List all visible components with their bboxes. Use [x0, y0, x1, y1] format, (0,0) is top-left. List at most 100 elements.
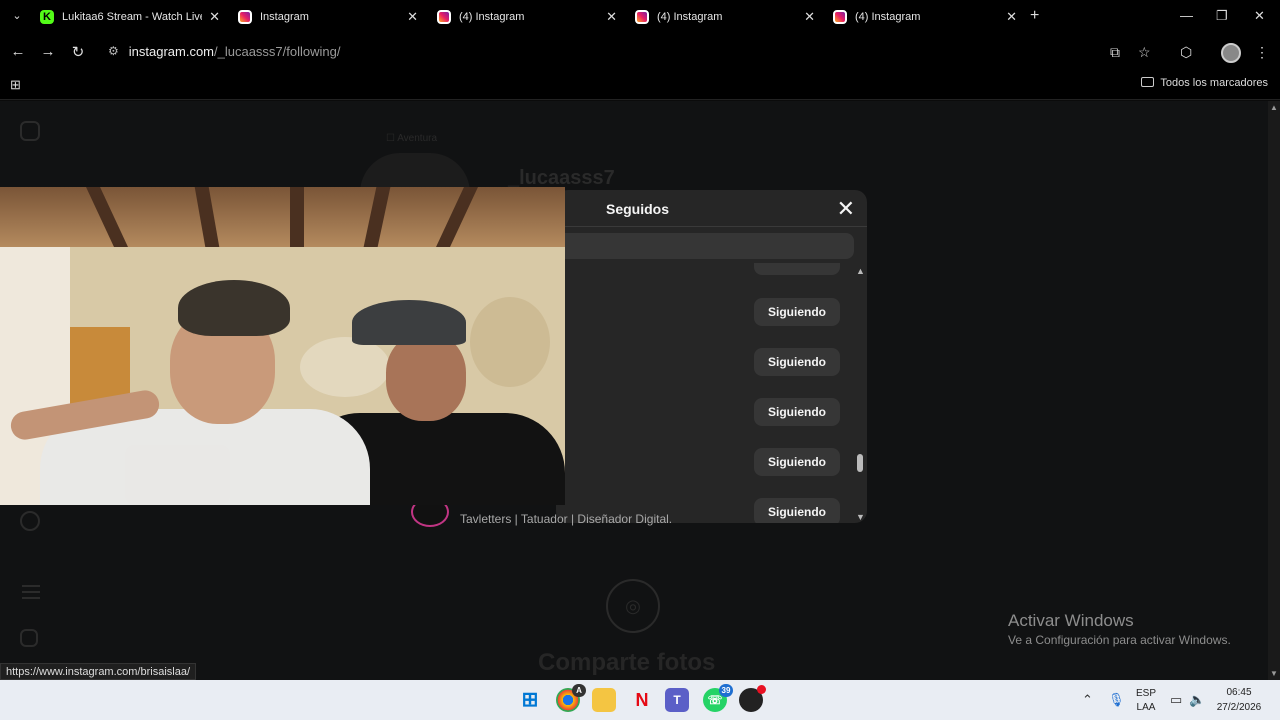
- scroll-up-icon[interactable]: ▲: [856, 266, 865, 276]
- tab-title: Instagram: [260, 11, 309, 23]
- link-status-bar: https://www.instagram.com/brisaislaa/: [0, 663, 197, 680]
- webcam-video-overlay[interactable]: [0, 187, 565, 505]
- scroll-up-icon[interactable]: ▲: [1270, 103, 1278, 112]
- network-icon[interactable]: ▭: [1170, 692, 1182, 708]
- instagram-logo-icon[interactable]: [20, 121, 40, 141]
- dialog-title: Seguidos: [606, 201, 670, 217]
- url-host: instagram.com: [128, 44, 215, 59]
- dialog-scrollbar[interactable]: ▲ ▼: [855, 266, 865, 522]
- chrome-icon[interactable]: A: [556, 684, 586, 712]
- video-wall: [470, 297, 550, 387]
- clock[interactable]: 06:45 27/2/2026: [1214, 687, 1264, 713]
- tab-2[interactable]: (4) Instagram ✕: [427, 4, 623, 30]
- extensions-icon[interactable]: ⬡: [1180, 44, 1192, 61]
- keyboard-layout: LAA: [1136, 702, 1156, 713]
- profile-note: ☐ Aventura: [386, 133, 438, 144]
- profile-avatar[interactable]: [1221, 43, 1241, 63]
- whatsapp-badge: 39: [719, 684, 733, 697]
- whatsapp-icon[interactable]: ☏ 39: [703, 684, 733, 712]
- following-button[interactable]: Siguiendo: [754, 498, 840, 523]
- close-icon[interactable]: ✕: [606, 9, 617, 25]
- bookmarks-folder-label: Todos los marcadores: [1160, 77, 1268, 89]
- scroll-thumb[interactable]: [857, 454, 863, 472]
- tab-search-icon[interactable]: ⌄: [8, 9, 26, 25]
- camera-icon: ◎: [606, 579, 660, 633]
- video-wall: [300, 337, 390, 397]
- netflix-icon[interactable]: N: [630, 688, 654, 712]
- bookmark-star-icon[interactable]: ☆: [1138, 44, 1151, 61]
- address-bar[interactable]: ⚙ instagram.com /_lucaasss7/following/: [108, 44, 340, 59]
- following-dialog: Seguidos ✕ Siguiendo Siguiendo Siguiendo…: [556, 190, 867, 523]
- instagram-icon: [635, 10, 649, 24]
- close-icon[interactable]: ✕: [209, 9, 220, 25]
- reload-icon[interactable]: ↻: [69, 43, 87, 61]
- list-item-subtitle: Tavletters | Tatuador | Diseñador Digita…: [460, 512, 673, 526]
- windows-activation-subtitle: Ve a Configuración para activar Windows.: [1008, 633, 1231, 647]
- window-close-icon[interactable]: ✕: [1254, 8, 1265, 24]
- clock-date: 27/2/2026: [1216, 702, 1262, 713]
- following-button[interactable]: Siguiendo: [754, 298, 840, 326]
- all-bookmarks-folder[interactable]: Todos los marcadores: [1141, 77, 1268, 89]
- video-ceiling: [0, 187, 565, 247]
- tab-title: Lukitaa6 Stream - Watch Live on: [62, 11, 202, 23]
- tab-title: (4) Instagram: [855, 11, 921, 23]
- kick-icon: K: [40, 10, 54, 24]
- dialog-header: Seguidos ✕: [556, 190, 867, 227]
- scroll-down-icon[interactable]: ▼: [1270, 669, 1278, 678]
- clock-time: 06:45: [1226, 687, 1252, 698]
- instagram-icon: [437, 10, 451, 24]
- microphone-icon[interactable]: 🎙: [1108, 692, 1125, 708]
- tab-1[interactable]: Instagram ✕: [228, 4, 424, 30]
- language-indicator[interactable]: ESP LAA: [1136, 688, 1156, 713]
- page-scrollbar[interactable]: ▲ ▼: [1268, 101, 1280, 680]
- scroll-down-icon[interactable]: ▼: [856, 512, 865, 522]
- threads-icon[interactable]: [20, 511, 40, 531]
- install-app-icon[interactable]: ⧉: [1110, 44, 1120, 61]
- app-icon[interactable]: [739, 685, 766, 712]
- video-mug: [125, 445, 230, 505]
- more-menu-line: [22, 597, 40, 599]
- notification-dot: [757, 685, 766, 694]
- menu-dots-icon[interactable]: ⋮: [1255, 44, 1269, 61]
- windows-start-icon[interactable]: ⊞: [518, 688, 542, 712]
- forward-icon[interactable]: →: [39, 43, 57, 60]
- close-icon[interactable]: ✕: [837, 196, 855, 222]
- more-menu-line: [22, 591, 40, 593]
- windows-activation-title: Activar Windows: [1008, 611, 1134, 630]
- following-button-partial[interactable]: [754, 263, 840, 275]
- close-icon[interactable]: ✕: [407, 9, 418, 25]
- instagram-icon: [238, 10, 252, 24]
- tab-0[interactable]: K Lukitaa6 Stream - Watch Live on ✕: [30, 4, 226, 30]
- tab-4[interactable]: (4) Instagram ✕: [823, 4, 1023, 30]
- site-info-icon[interactable]: ⚙: [108, 44, 119, 59]
- following-button[interactable]: Siguiendo: [754, 348, 840, 376]
- teams-icon[interactable]: T: [665, 688, 689, 712]
- following-button[interactable]: Siguiendo: [754, 448, 840, 476]
- meta-icon[interactable]: [20, 629, 38, 647]
- search-input[interactable]: [556, 233, 854, 259]
- close-icon[interactable]: ✕: [804, 9, 815, 25]
- url-path: /_lucaasss7/following/: [214, 44, 341, 59]
- hidden-icons-chevron-icon[interactable]: ⌃: [1082, 692, 1093, 708]
- minimize-icon[interactable]: —: [1180, 8, 1193, 23]
- volume-icon[interactable]: 🔈: [1189, 692, 1205, 708]
- tab-title: (4) Instagram: [459, 11, 525, 23]
- following-button[interactable]: Siguiendo: [754, 398, 840, 426]
- close-icon[interactable]: ✕: [1006, 9, 1017, 25]
- language-code: ESP: [1136, 688, 1157, 699]
- apps-grid-icon[interactable]: ⊞: [10, 77, 21, 93]
- instagram-icon: [833, 10, 847, 24]
- empty-state-title: Comparte fotos: [538, 649, 716, 676]
- chrome-profile-badge: A: [572, 684, 586, 697]
- restore-icon[interactable]: ❐: [1216, 8, 1228, 24]
- back-icon[interactable]: ←: [9, 43, 27, 60]
- new-tab-icon[interactable]: +: [1030, 7, 1039, 25]
- tab-strip: ⌄ K Lukitaa6 Stream - Watch Live on ✕ In…: [0, 0, 1280, 34]
- windows-taskbar: ⊞ A N T ☏ 39 ⌃ 🎙 ESP LAA ▭ 🔈 06:45 27/2/…: [0, 680, 1280, 720]
- video-beam: [290, 187, 304, 247]
- more-menu-icon[interactable]: [22, 585, 40, 587]
- video-person: [352, 300, 466, 345]
- tab-3[interactable]: (4) Instagram ✕: [625, 4, 821, 30]
- file-explorer-icon[interactable]: [592, 688, 616, 712]
- bookmarks-bar: ⊞ Todos los marcadores: [0, 70, 1280, 100]
